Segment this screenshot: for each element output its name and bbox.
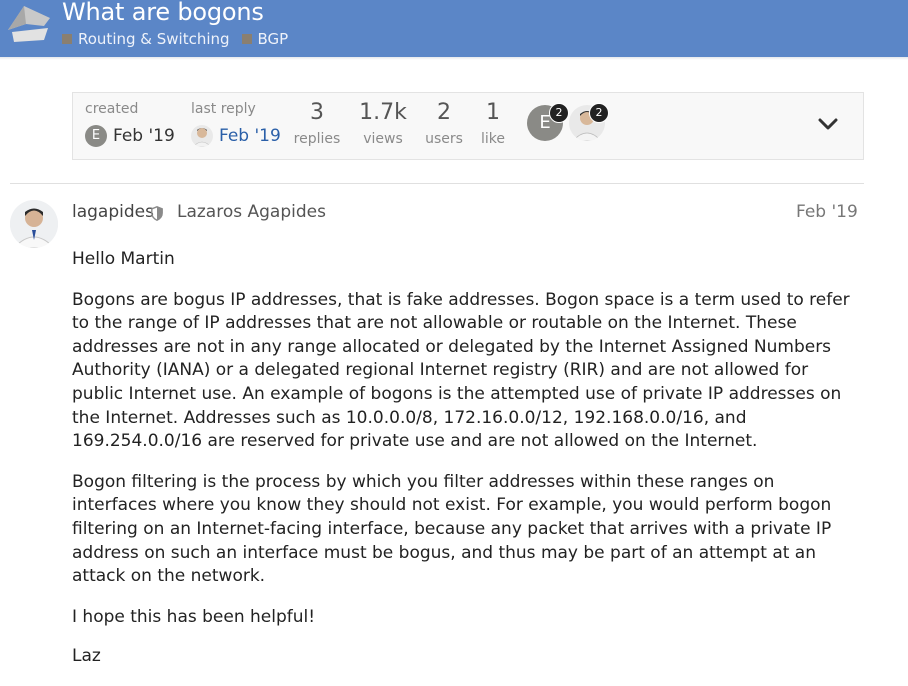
- topic-title[interactable]: What are bogons: [62, 0, 264, 26]
- chevron-down-icon[interactable]: [815, 114, 841, 134]
- likes-count: 1: [486, 100, 500, 125]
- participant-post-count: 2: [549, 103, 569, 123]
- views-count: 1.7k: [359, 100, 407, 125]
- post-paragraph: Bogon filtering is the process by which …: [72, 471, 832, 587]
- likes-label: like: [480, 131, 505, 147]
- post-username[interactable]: lagapides: [72, 202, 154, 222]
- post-paragraph: Hello Martin: [72, 249, 175, 269]
- category-link-bgp[interactable]: BGP: [241, 30, 289, 48]
- created-label: created: [85, 101, 139, 117]
- post-paragraph: Bogons are bogus IP addresses, that is f…: [72, 289, 850, 452]
- category-label: Routing & Switching: [78, 30, 230, 48]
- bird-logo-icon[interactable]: [4, 0, 54, 50]
- post-paragraph: I hope this has been helpful!: [72, 606, 316, 627]
- shield-icon: [151, 206, 163, 221]
- views-label: views: [363, 131, 403, 147]
- category-link-routing-switching[interactable]: Routing & Switching: [62, 30, 230, 48]
- post-full-name[interactable]: Lazaros Agapides: [177, 202, 326, 222]
- topic-map: created E Feb '19 last reply Feb '19 3 r…: [72, 92, 864, 160]
- creator-avatar[interactable]: E: [85, 125, 107, 147]
- post-paragraph: Laz: [72, 646, 101, 667]
- post-author-avatar[interactable]: [10, 200, 58, 248]
- last-reply-label: last reply: [191, 101, 256, 117]
- post-body: Hello Martin Bogons are bogus IP address…: [72, 248, 862, 686]
- person-photo-icon: [192, 128, 212, 147]
- participant-post-count: 2: [589, 103, 609, 123]
- breadcrumb: Routing & Switching BGP: [62, 30, 300, 48]
- person-photo-icon: [10, 200, 58, 248]
- last-reply-date[interactable]: Feb '19: [219, 126, 281, 146]
- replies-label: replies: [293, 131, 341, 147]
- last-reply-avatar[interactable]: [191, 125, 213, 147]
- created-date: Feb '19: [113, 126, 175, 146]
- category-swatch: [241, 34, 252, 44]
- topic-header: What are bogons Routing & Switching BGP: [0, 0, 908, 57]
- post-divider: [10, 183, 864, 184]
- header-shadow: [0, 57, 908, 60]
- post-date[interactable]: Feb '19: [796, 202, 858, 222]
- category-label: BGP: [257, 30, 289, 48]
- replies-count: 3: [310, 100, 324, 125]
- category-swatch: [62, 34, 72, 44]
